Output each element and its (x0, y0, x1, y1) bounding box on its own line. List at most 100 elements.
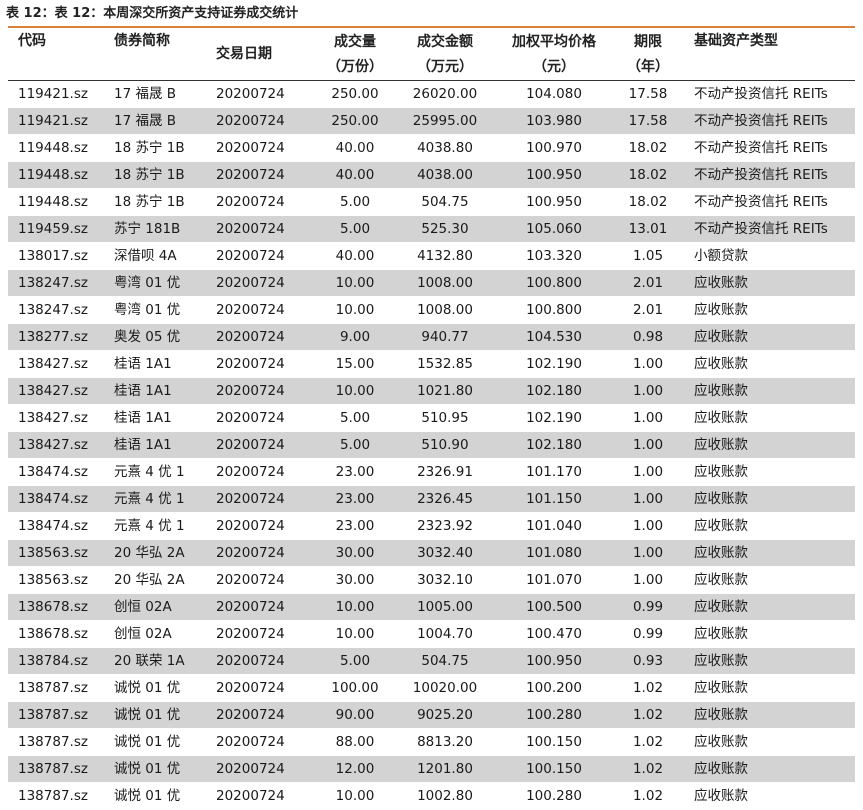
table-row: 138787.sz 诚悦 01 优 20200724 90.00 9025.20 100.… (8, 701, 855, 729)
table-row: 119421.sz 17 福晟 B 20200724 250.00 26020.00 10… (8, 80, 855, 108)
header-term: 期限 （年） (614, 29, 682, 81)
cell-date: 20200724 (208, 620, 314, 648)
cell-asset-type: 应收账款 (682, 647, 855, 675)
cell-name: 桂语 1A1 (110, 377, 208, 405)
cell-amount: 1004.70 (396, 620, 494, 648)
cell-amount: 25995.00 (396, 107, 494, 135)
table-row: 119448.sz 18 苏宁 1B 20200724 40.00 4038.80 100… (8, 134, 855, 162)
cell-date: 20200724 (208, 512, 314, 540)
cell-amount: 10020.00 (396, 674, 494, 702)
cell-asset-type: 应收账款 (682, 269, 855, 297)
cell-date: 20200724 (208, 647, 314, 675)
header-term-line-2: （年） (627, 58, 669, 75)
cell-code: 138277.sz (8, 323, 110, 351)
header-volume-line-2: （万份） (327, 58, 383, 75)
cell-asset-type: 应收账款 (682, 593, 855, 621)
cell-term: 1.02 (614, 728, 682, 756)
cell-code: 119459.sz (8, 215, 110, 243)
cell-date: 20200724 (208, 485, 314, 513)
cell-asset-type: 应收账款 (682, 539, 855, 567)
cell-code: 138563.sz (8, 566, 110, 594)
cell-price: 100.950 (494, 188, 614, 216)
cell-name: 元熹 4 优 1 (110, 485, 208, 513)
cell-code: 138787.sz (8, 782, 110, 810)
cell-price: 100.950 (494, 647, 614, 675)
cell-date: 20200724 (208, 134, 314, 162)
cell-name: 诚悦 01 优 (110, 755, 208, 783)
table-row: 138247.sz 粤湾 01 优 20200724 10.00 1008.00 100.… (8, 296, 855, 324)
cell-amount: 3032.10 (396, 566, 494, 594)
cell-name: 18 苏宁 1B (110, 134, 208, 162)
cell-date: 20200724 (208, 296, 314, 324)
cell-price: 102.180 (494, 377, 614, 405)
cell-code: 119448.sz (8, 188, 110, 216)
abs-trades-table: 代码 债券简称 交易日期 成交量 （万份） 成交金额 （万元） 加权平均价格 （… (8, 29, 855, 810)
cell-term: 0.98 (614, 323, 682, 351)
cell-price: 102.190 (494, 404, 614, 432)
cell-amount: 3032.40 (396, 539, 494, 567)
table-row: 138427.sz 桂语 1A1 20200724 5.00 510.90 102.180… (8, 431, 855, 459)
cell-date: 20200724 (208, 242, 314, 270)
cell-asset-type: 应收账款 (682, 674, 855, 702)
table-row: 119459.sz 苏宁 181B 20200724 5.00 525.30 105.06… (8, 215, 855, 243)
cell-volume: 10.00 (314, 620, 396, 648)
table-row: 138678.sz 创恒 02A 20200724 10.00 1004.70 100.4… (8, 620, 855, 648)
cell-name: 20 华弘 2A (110, 566, 208, 594)
cell-term: 1.02 (614, 782, 682, 810)
cell-amount: 9025.20 (396, 701, 494, 729)
cell-amount: 504.75 (396, 647, 494, 675)
header-name: 债券简称 (110, 29, 208, 81)
cell-code: 138247.sz (8, 296, 110, 324)
cell-volume: 23.00 (314, 512, 396, 540)
cell-price: 103.320 (494, 242, 614, 270)
cell-name: 深借呗 4A (110, 242, 208, 270)
table-row: 119448.sz 18 苏宁 1B 20200724 5.00 504.75 100.9… (8, 188, 855, 216)
cell-code: 138678.sz (8, 620, 110, 648)
cell-price: 102.180 (494, 431, 614, 459)
cell-term: 18.02 (614, 134, 682, 162)
cell-name: 20 华弘 2A (110, 539, 208, 567)
cell-date: 20200724 (208, 458, 314, 486)
cell-price: 101.150 (494, 485, 614, 513)
cell-date: 20200724 (208, 674, 314, 702)
cell-code: 138787.sz (8, 728, 110, 756)
cell-amount: 8813.20 (396, 728, 494, 756)
cell-date: 20200724 (208, 782, 314, 810)
cell-name: 18 苏宁 1B (110, 161, 208, 189)
cell-price: 100.500 (494, 593, 614, 621)
cell-price: 104.530 (494, 323, 614, 351)
header-volume: 成交量 （万份） (314, 29, 396, 81)
cell-amount: 525.30 (396, 215, 494, 243)
cell-date: 20200724 (208, 80, 314, 108)
cell-term: 18.02 (614, 161, 682, 189)
cell-code: 138017.sz (8, 242, 110, 270)
table-row: 138563.sz 20 华弘 2A 20200724 30.00 3032.40 101… (8, 539, 855, 567)
cell-term: 1.02 (614, 755, 682, 783)
cell-amount: 940.77 (396, 323, 494, 351)
cell-date: 20200724 (208, 728, 314, 756)
cell-asset-type: 应收账款 (682, 701, 855, 729)
cell-price: 100.280 (494, 701, 614, 729)
cell-asset-type: 不动产投资信托 REITs (682, 134, 855, 162)
cell-term: 1.00 (614, 350, 682, 378)
cell-volume: 30.00 (314, 539, 396, 567)
cell-amount: 1002.80 (396, 782, 494, 810)
header-price-line-1: 加权平均价格 (512, 33, 596, 50)
cell-price: 103.980 (494, 107, 614, 135)
cell-term: 1.02 (614, 701, 682, 729)
cell-volume: 10.00 (314, 782, 396, 810)
cell-code: 138427.sz (8, 404, 110, 432)
cell-name: 18 苏宁 1B (110, 188, 208, 216)
cell-term: 1.00 (614, 485, 682, 513)
table-row: 119448.sz 18 苏宁 1B 20200724 40.00 4038.00 100… (8, 161, 855, 189)
cell-volume: 88.00 (314, 728, 396, 756)
table-row: 138787.sz 诚悦 01 优 20200724 12.00 1201.80 100.… (8, 755, 855, 783)
cell-price: 100.200 (494, 674, 614, 702)
cell-code: 138474.sz (8, 485, 110, 513)
cell-volume: 12.00 (314, 755, 396, 783)
cell-date: 20200724 (208, 701, 314, 729)
cell-volume: 10.00 (314, 269, 396, 297)
header-date: 交易日期 (208, 29, 314, 81)
cell-term: 1.00 (614, 458, 682, 486)
cell-volume: 10.00 (314, 593, 396, 621)
